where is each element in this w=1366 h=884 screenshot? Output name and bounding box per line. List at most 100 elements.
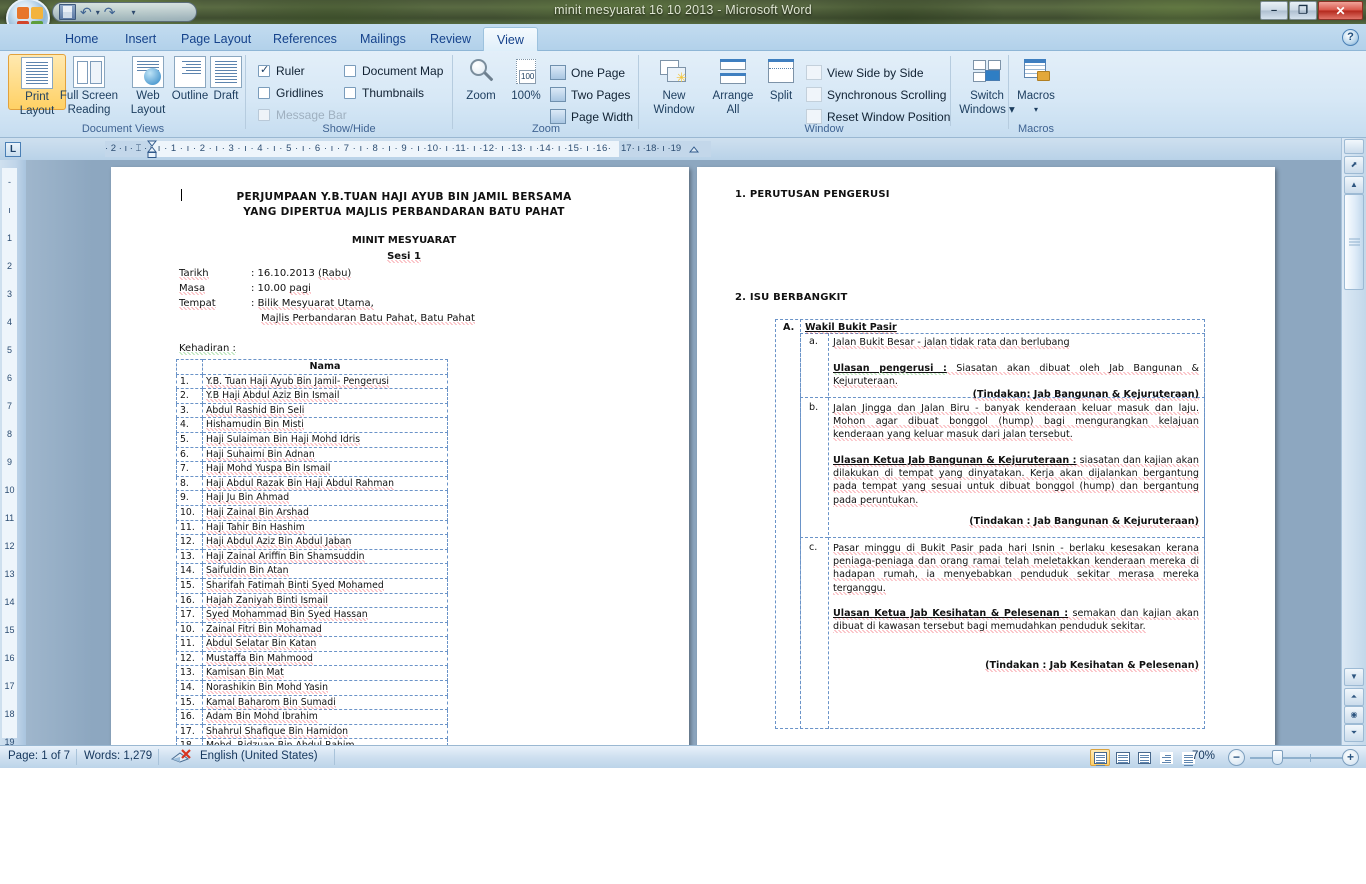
select-browse-object-top-icon[interactable]: ⬈ [1344, 156, 1364, 174]
heading-perutusan-pengerusi: 1. PERUTUSAN PENGERUSI [735, 189, 890, 200]
status-language[interactable]: English (United States) [200, 750, 318, 762]
restore-button[interactable]: ❐ [1289, 1, 1317, 20]
group-label-window: Window [804, 123, 844, 135]
scroll-down-button[interactable]: ▼ [1344, 668, 1364, 686]
zoom-in-button[interactable]: + [1342, 749, 1359, 766]
scrollbar-thumb[interactable] [1344, 194, 1364, 290]
gridlines-label: Gridlines [276, 86, 324, 100]
status-view-full-screen-reading[interactable] [1112, 749, 1132, 766]
button-page-width[interactable]: Page Width [550, 109, 633, 124]
proofing-errors-icon[interactable] [170, 749, 192, 768]
one-page-label: One Page [571, 65, 626, 80]
vertical-ruler[interactable]: -ı123456 7891011121314 15161718192021 [0, 160, 26, 745]
attendee-name: Norashikin Bin Mohd Yasin [202, 680, 448, 696]
select-browse-object-button[interactable]: ◉ [1344, 706, 1364, 724]
scrollbar-grip-icon [1349, 237, 1360, 248]
undo-icon[interactable]: ↶ [80, 4, 92, 20]
status-page-indicator[interactable]: Page: 1 of 7 [8, 750, 70, 762]
checkbox-thumbnails[interactable]: Thumbnails [344, 86, 424, 100]
macros-label: Macros [1017, 90, 1055, 102]
table-header-nama: Nama [202, 359, 448, 375]
zoom-slider-track[interactable] [1250, 757, 1346, 759]
status-zoom-percent[interactable]: 70% [1192, 750, 1215, 762]
attendee-name: Abdul Rashid Bin Seli [202, 402, 448, 419]
tab-page-layout[interactable]: Page Layout [168, 27, 264, 51]
button-new-window[interactable]: ✳ New Window [644, 54, 704, 116]
button-split[interactable]: Split [760, 54, 802, 102]
customize-qat-icon[interactable]: ▾ [131, 8, 135, 17]
checkbox-document-map[interactable]: Document Map [344, 64, 443, 78]
undo-dropdown-icon[interactable]: ▾ [96, 8, 100, 17]
checkbox-ruler[interactable]: Ruler [258, 63, 305, 78]
table-row: 4. Hishamudin Bin Misti [176, 417, 448, 433]
table-row: 12. Haji Abdul Aziz Bin Abdul Jaban [176, 534, 448, 550]
button-arrange-all[interactable]: Arrange All [706, 54, 760, 116]
table-row: 14. Norashikin Bin Mohd Yasin [176, 680, 448, 696]
ribbon-group-zoom: Zoom 100 100% One Page Two Pages Page Wi… [456, 52, 636, 137]
right-indent-marker-icon[interactable] [688, 140, 700, 158]
button-macros[interactable]: Macros ▾ [1012, 54, 1060, 116]
zoom-slider-handle[interactable] [1272, 750, 1283, 765]
document-page-1[interactable]: PERJUMPAAN Y.B.TUAN HAJI AYUB BIN JAMIL … [111, 167, 689, 745]
tab-references[interactable]: References [260, 27, 350, 51]
checkbox-gridlines[interactable]: Gridlines [258, 86, 323, 100]
field-value-tarikh: : 16.10.2013 (Rabu) [251, 268, 352, 280]
table-row: 13. Haji Zainal Ariffin Bin Shamsuddin [176, 548, 448, 565]
thumbnails-checkbox-icon [344, 87, 356, 99]
hruler-right-margin-marks: 17· ı ·18· ı ·19 [621, 143, 682, 154]
item-action-c: (Tindakan : Jab Kesihatan & Pelesenan) [985, 660, 1199, 672]
minimize-button[interactable]: – [1260, 1, 1288, 20]
button-zoom[interactable]: Zoom [458, 54, 504, 102]
tab-home[interactable]: Home [52, 27, 111, 51]
item-marker-b: b. [809, 402, 819, 413]
split-bar-handle[interactable] [1344, 139, 1364, 154]
table-row: 3. Abdul Rashid Bin Seli [176, 402, 448, 419]
attendee-number: 16. [176, 592, 203, 609]
redo-icon[interactable]: ↷ [104, 4, 116, 20]
attendee-name: Hajah Zaniyah Binti Ismail [202, 592, 448, 609]
arrange-all-icon [717, 56, 749, 88]
button-100-percent[interactable]: 100 100% [504, 54, 548, 102]
button-web-layout[interactable]: Web Layout [126, 54, 170, 116]
document-page-2[interactable]: 1. PERUTUSAN PENGERUSI 2. ISU BERBANGKIT… [697, 167, 1275, 745]
status-view-outline[interactable] [1156, 749, 1176, 766]
table-row: 16. Adam Bin Mohd Ibrahim [176, 709, 448, 725]
ribbon-group-window: ✳ New Window Arrange All Split View Side… [642, 52, 1015, 137]
left-indent-marker-icon[interactable] [146, 140, 158, 158]
attendee-name: Syed Mohammad Bin Syed Hassan [202, 607, 448, 623]
vertical-scrollbar[interactable]: ⬈ ▲ ▼ ⏶ ◉ ⏷ [1341, 138, 1366, 745]
tab-mailings[interactable]: Mailings [347, 27, 419, 51]
tab-insert[interactable]: Insert [112, 27, 169, 51]
button-full-screen-reading[interactable]: Full Screen Reading [52, 54, 126, 116]
tab-view[interactable]: View [483, 27, 538, 51]
horizontal-ruler[interactable]: · 2 · ı · ⌶ · ı · · ı · 1 · ı · 2 · ı · … [26, 138, 1341, 160]
document-canvas[interactable]: PERJUMPAAN Y.B.TUAN HAJI AYUB BIN JAMIL … [26, 160, 1341, 745]
ribbon: Print Layout Full Screen Reading Web Lay… [0, 51, 1366, 138]
previous-page-button[interactable]: ⏶ [1344, 688, 1364, 706]
attendee-number: 6. [176, 446, 203, 463]
tab-stop-selector[interactable]: L [5, 142, 21, 157]
table-row: 14. Saifuldin Bin Atan [176, 563, 448, 579]
draft-label: Draft [213, 90, 239, 102]
status-view-web-layout[interactable] [1134, 749, 1154, 766]
attendance-table[interactable]: Nama 1. Y.B. Tuan Haji Ayub Bin Jamil- Pe… [176, 359, 448, 745]
button-two-pages[interactable]: Two Pages [550, 87, 630, 102]
zoom-out-button[interactable]: − [1228, 749, 1245, 766]
scroll-up-button[interactable]: ▲ [1344, 176, 1364, 194]
macros-dropdown-icon[interactable]: ▾ [1012, 104, 1060, 116]
tab-review[interactable]: Review [417, 27, 484, 51]
status-word-count[interactable]: Words: 1,279 [84, 750, 152, 762]
close-icon: ✕ [1335, 3, 1346, 18]
button-one-page[interactable]: One Page [550, 65, 625, 80]
button-draft[interactable]: Draft [206, 54, 246, 102]
help-icon[interactable]: ? [1342, 29, 1359, 46]
next-page-button[interactable]: ⏷ [1344, 724, 1364, 742]
two-pages-label: Two Pages [571, 87, 631, 102]
group-label-zoom: Zoom [531, 123, 561, 135]
save-icon[interactable] [59, 4, 76, 20]
close-button[interactable]: ✕ [1318, 1, 1363, 20]
status-view-print-layout[interactable] [1090, 749, 1110, 766]
attendee-name: Y.B. Tuan Haji Ayub Bin Jamil- Pengerusi [202, 373, 448, 390]
ribbon-group-document-views: Print Layout Full Screen Reading Web Lay… [4, 52, 242, 137]
new-window-label-2: Window [653, 104, 695, 116]
